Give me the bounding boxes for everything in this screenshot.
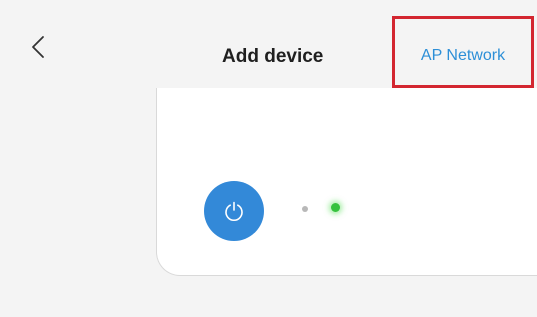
back-button[interactable]	[26, 34, 52, 60]
page-title: Add device	[222, 46, 324, 67]
ap-network-button[interactable]: AP Network	[392, 16, 534, 88]
power-icon	[225, 201, 243, 222]
green-indicator-dot	[331, 203, 340, 212]
ap-network-label: AP Network	[420, 47, 506, 64]
top-bar: Add device AP Network	[0, 0, 537, 88]
power-button[interactable]	[204, 181, 264, 241]
device-card	[156, 88, 537, 276]
grey-indicator-dot	[302, 206, 308, 212]
chevron-left-icon	[32, 36, 44, 58]
